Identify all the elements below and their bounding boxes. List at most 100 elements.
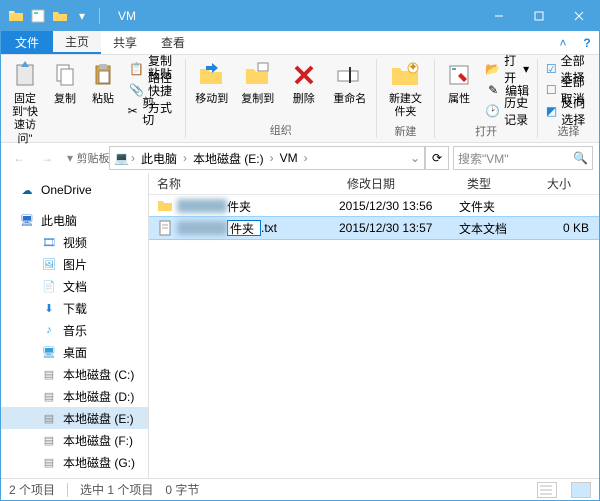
nav-item-label: 图片	[63, 256, 87, 273]
doc-icon: 📄	[41, 278, 57, 294]
drive-icon: ▤	[41, 454, 57, 470]
breadcrumb[interactable]: 💻 › 此电脑 › 本地磁盘 (E:) › VM › ⌄	[109, 146, 425, 170]
nav-item-label: 下载	[63, 300, 87, 317]
address-bar: ← → ▾ ↑ 💻 › 此电脑 › 本地磁盘 (E:) › VM › ⌄ ⟳ 搜…	[1, 143, 599, 173]
tab-view[interactable]: 查看	[149, 31, 197, 54]
drive-icon: ▤	[41, 410, 57, 426]
nav-item[interactable]: ☁OneDrive	[1, 179, 148, 201]
image-icon: 🖼	[41, 256, 57, 272]
invert-select-button[interactable]: ◩反向选择	[542, 101, 595, 121]
file-size: 0 KB	[539, 221, 599, 235]
redacted-name	[177, 199, 227, 213]
nav-item-label: 桌面	[63, 344, 87, 361]
qat-dropdown-icon[interactable]: ▾	[73, 7, 91, 25]
column-headers: 名称 修改日期 类型 大小	[149, 173, 599, 195]
pin-quick-access-button[interactable]: 固定到"快速访问"	[5, 57, 45, 148]
nav-item[interactable]: ▤本地磁盘 (D:)	[1, 385, 148, 407]
breadcrumb-item[interactable]: 此电脑	[137, 150, 181, 167]
nav-item[interactable]: 🖼 图片	[1, 253, 148, 275]
paste-shortcut-button[interactable]: 📎粘贴快捷方式	[125, 80, 181, 100]
new-folder-button[interactable]: ✦ 新建文件夹	[380, 57, 430, 121]
copy-to-button[interactable]: 复制到	[236, 57, 280, 108]
ribbon-group-organize: 移动到 复制到 删除 重命名 组织	[186, 55, 376, 142]
nav-item-label: 本地磁盘 (F:)	[63, 432, 133, 449]
col-name[interactable]: 名称	[149, 175, 339, 192]
open-icon: 📂	[485, 61, 500, 77]
edit-icon: ✎	[485, 82, 501, 98]
desktop-icon: 🖥	[41, 344, 57, 360]
open-button[interactable]: 📂打开▾	[481, 59, 533, 79]
nav-item-label: 此电脑	[41, 212, 77, 229]
address-dropdown-icon[interactable]: ⌄	[410, 151, 420, 165]
nav-item[interactable]: 🎞视频	[1, 231, 148, 253]
file-list[interactable]: 件夹2015/12/30 13:56文件夹.txt2015/12/30 13:5…	[149, 195, 599, 478]
rename-input[interactable]	[227, 220, 261, 236]
nav-item-label: 本地磁盘 (G:)	[63, 454, 135, 471]
help-button[interactable]: ?	[575, 31, 599, 54]
tab-home[interactable]: 主页	[53, 31, 101, 54]
maximize-button[interactable]	[519, 1, 559, 31]
select-all-icon: ☑	[546, 61, 557, 77]
nav-item[interactable]: ⬇ 下载	[1, 297, 148, 319]
col-type[interactable]: 类型	[459, 175, 539, 192]
file-tab[interactable]: 文件	[1, 31, 53, 54]
navigation-pane[interactable]: ☁OneDrive 🖥此电脑🎞视频 🖼 图片 📄 文档 ⬇ 下载 ♪ 音乐 🖥 桌面 ▤本地磁盘 (C:…	[1, 173, 149, 478]
paste-button[interactable]: 粘贴	[85, 57, 121, 108]
col-date[interactable]: 修改日期	[339, 175, 459, 192]
nav-item[interactable]: ▤本地磁盘 (E:)	[1, 407, 148, 429]
window-title: VM	[110, 9, 479, 23]
refresh-button[interactable]: ⟳	[425, 146, 449, 170]
file-row[interactable]: .txt2015/12/30 13:57文本文档0 KB	[149, 217, 599, 239]
breadcrumb-item[interactable]: 本地磁盘 (E:)	[189, 150, 268, 167]
nav-item[interactable]: ▤ 本地磁盘 (G:)	[1, 451, 148, 473]
folder-icon	[7, 7, 25, 25]
redacted-name	[177, 221, 227, 235]
nav-item[interactable]: 📄 文档	[1, 275, 148, 297]
move-to-button[interactable]: 移动到	[190, 57, 234, 108]
col-size[interactable]: 大小	[539, 175, 599, 192]
back-button[interactable]: ←	[7, 146, 31, 170]
history-button[interactable]: 🕑历史记录	[481, 101, 533, 121]
breadcrumb-item[interactable]: VM	[276, 151, 302, 165]
file-type: 文件夹	[459, 198, 539, 215]
nav-item-label: 音乐	[63, 322, 87, 339]
status-selection: 选中 1 个项目	[80, 481, 153, 498]
path-icon: 📋	[129, 61, 144, 77]
music-icon: ♪	[41, 322, 57, 338]
icons-view-button[interactable]	[571, 482, 591, 498]
rename-button[interactable]: 重命名	[328, 57, 372, 108]
select-none-icon: ☐	[546, 82, 557, 98]
download-icon: ⬇	[41, 300, 57, 316]
forward-button[interactable]: →	[35, 146, 59, 170]
nav-item[interactable]: 🖥此电脑	[1, 209, 148, 231]
svg-text:✦: ✦	[408, 62, 418, 74]
quick-access-properties-icon[interactable]	[29, 7, 47, 25]
properties-button[interactable]: 属性	[439, 57, 479, 108]
tab-share[interactable]: 共享	[101, 31, 149, 54]
ribbon-group-open: 属性 📂打开▾ ✎编辑 🕑历史记录 打开	[435, 55, 537, 142]
quick-access-new-folder-icon[interactable]	[51, 7, 69, 25]
ribbon-collapse-button[interactable]: ˄	[551, 31, 575, 54]
close-button[interactable]	[559, 1, 599, 31]
nav-item-label: 文档	[63, 278, 87, 295]
file-type: 文本文档	[459, 220, 539, 237]
minimize-button[interactable]	[479, 1, 519, 31]
nav-item-label: OneDrive	[41, 183, 92, 197]
nav-item[interactable]: ♪ 音乐	[1, 319, 148, 341]
file-icon	[157, 220, 173, 236]
ribbon: 固定到"快速访问" 复制 粘贴 ✂剪切 📋复制路径 📎粘贴快捷方式 剪贴板	[1, 55, 599, 143]
search-input[interactable]: 搜索"VM" 🔍	[453, 146, 593, 170]
delete-button[interactable]: 删除	[282, 57, 326, 108]
ribbon-group-clipboard: 固定到"快速访问" 复制 粘贴 ✂剪切 📋复制路径 📎粘贴快捷方式 剪贴板	[1, 55, 185, 142]
recent-locations-button[interactable]: ▾	[63, 146, 77, 170]
details-view-button[interactable]	[537, 482, 557, 498]
up-button[interactable]: ↑	[81, 146, 105, 170]
invert-icon: ◩	[546, 103, 557, 119]
nav-item[interactable]: ▤本地磁盘 (C:)	[1, 363, 148, 385]
nav-item[interactable]: ▤本地磁盘 (F:)	[1, 429, 148, 451]
ribbon-group-select: ☑全部选择 ☐全部取消 ◩反向选择 选择	[538, 55, 599, 142]
nav-item[interactable]: 🖥 桌面	[1, 341, 148, 363]
file-row[interactable]: 件夹2015/12/30 13:56文件夹	[149, 195, 599, 217]
status-bytes: 0 字节	[165, 481, 199, 498]
copy-button[interactable]: 复制	[47, 57, 83, 108]
